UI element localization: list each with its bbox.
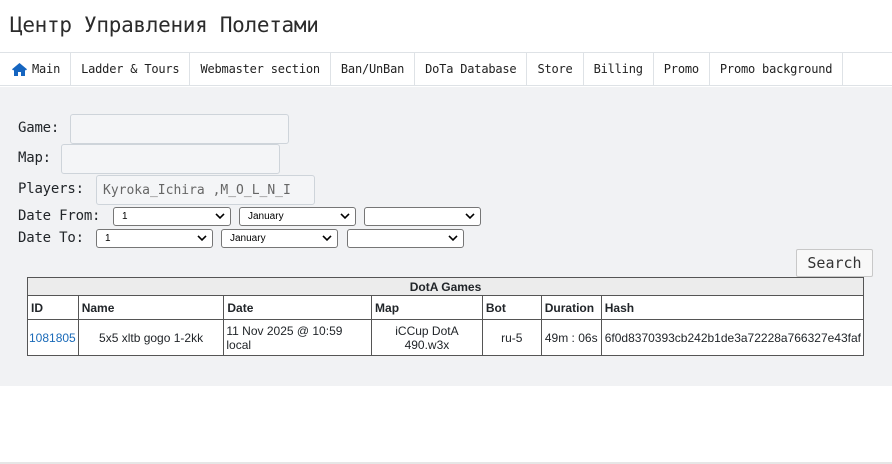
chevron-down-icon (322, 232, 332, 243)
column-header-id: ID (27, 295, 79, 320)
column-header-date: Date (223, 295, 373, 320)
game-name-cell: 5x5 xltb gogo 1-2kk (77, 319, 225, 356)
nav-item-promo[interactable]: Promo (654, 53, 710, 85)
column-header-name: Name (77, 295, 225, 320)
game-map-cell: iCCup DotA 490.w3x (371, 319, 483, 356)
game-hash-cell: 6f0d8370393cb242b1de3a72228a766327e43faf (600, 319, 865, 356)
nav-item-dota-database[interactable]: DoTa Database (415, 53, 528, 85)
players-input[interactable] (96, 175, 315, 205)
table-header-row: ID Name Date Map Bot Duration Hash (27, 295, 865, 320)
nav-item-webmaster-section[interactable]: Webmaster section (190, 53, 331, 85)
date-from-year-select[interactable] (364, 207, 481, 226)
map-label: Map: (18, 150, 51, 166)
date-to-year-select[interactable] (347, 229, 464, 248)
table-caption-row: DotA Games (27, 277, 864, 296)
games-table: DotA Games ID Name Date Map Bot Duration… (27, 277, 865, 356)
column-header-map: Map (371, 295, 483, 320)
game-id-cell: 1081805 (27, 319, 79, 356)
date-from-month-select[interactable]: January (239, 207, 356, 226)
search-button[interactable]: Search (796, 249, 873, 277)
main-navbar: Main Ladder & Tours Webmaster section Ba… (0, 52, 892, 86)
column-header-duration: Duration (540, 295, 602, 320)
nav-item-ban-unban[interactable]: Ban/UnBan (331, 53, 416, 85)
chevron-down-icon (448, 232, 458, 243)
game-id-link[interactable]: 1081805 (29, 331, 76, 345)
chevron-down-icon (215, 210, 225, 221)
nav-item-main[interactable]: Main (0, 53, 72, 85)
chevron-down-icon (340, 210, 350, 221)
date-to-month-select[interactable]: January (221, 229, 338, 248)
game-bot-cell: ru-5 (481, 319, 542, 356)
game-input[interactable] (70, 114, 289, 144)
players-label: Players: (18, 181, 84, 197)
date-from-day-value: 1 (122, 211, 128, 222)
date-to-day-select[interactable]: 1 (96, 229, 213, 248)
column-header-bot: Bot (481, 295, 542, 320)
date-from-day-select[interactable]: 1 (113, 207, 231, 226)
game-date-cell: 11 Nov 2025 @ 10:59 local (223, 319, 373, 356)
nav-item-promo-background[interactable]: Promo background (710, 53, 844, 85)
nav-item-ladder-tours[interactable]: Ladder & Tours (71, 53, 191, 85)
chevron-down-icon (197, 232, 207, 243)
date-to-label: Date To: (18, 230, 84, 246)
date-to-month-value: January (230, 233, 266, 244)
game-map-line-1: iCCup DotA (395, 323, 459, 338)
nav-item-billing[interactable]: Billing (584, 53, 654, 85)
game-map-line-2: 490.w3x (404, 337, 450, 352)
game-label: Game: (18, 120, 60, 136)
date-from-label: Date From: (18, 208, 101, 224)
column-header-hash: Hash (600, 295, 865, 320)
nav-item-main-label: Main (32, 62, 61, 76)
page-title: Центр Управления Полетами (10, 13, 319, 37)
map-input[interactable] (61, 144, 280, 174)
table-row: 1081805 5x5 xltb gogo 1-2kk 11 Nov 2025 … (27, 319, 865, 356)
table-caption: DotA Games (27, 277, 864, 296)
nav-item-store[interactable]: Store (527, 53, 584, 85)
chevron-down-icon (465, 210, 475, 221)
date-from-month-value: January (248, 211, 284, 222)
game-duration-cell: 49m : 06s (540, 319, 602, 356)
home-icon (11, 62, 28, 77)
date-to-day-value: 1 (105, 233, 111, 244)
